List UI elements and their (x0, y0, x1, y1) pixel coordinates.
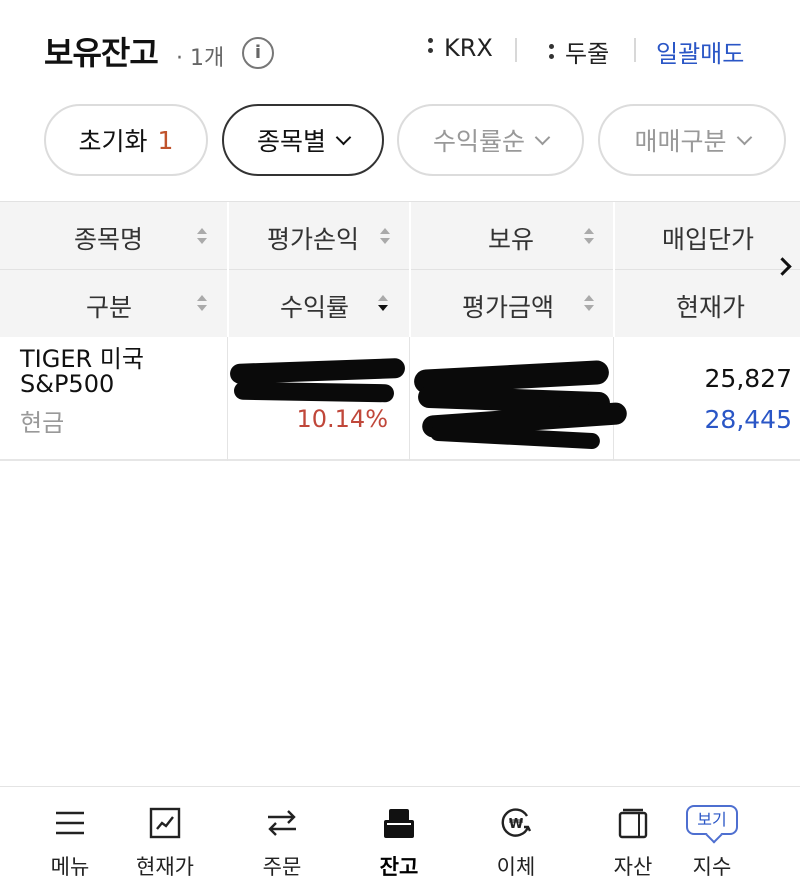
chart-icon (149, 807, 181, 839)
sort-desc-icon[interactable] (378, 295, 388, 313)
table-row[interactable]: TIGER 미국 S&P500 현금 10.14% 25,827 28,445 (0, 337, 800, 461)
return-rate: 10.14% (296, 405, 388, 433)
sort-icon[interactable] (584, 228, 594, 246)
filter-by-return[interactable]: 수익률순 (397, 104, 584, 176)
col-type[interactable]: 구분 (86, 288, 132, 324)
bulk-sell-button[interactable]: 일괄매도 (656, 34, 744, 69)
redacted-mark (429, 424, 601, 450)
nav-current-price[interactable]: 현재가 (120, 787, 210, 892)
col-return-rate[interactable]: 수익률 (280, 288, 349, 324)
transfer-won-icon: ₩ (501, 808, 532, 837)
stock-name-line2: S&P500 (20, 370, 115, 398)
col-current-price[interactable]: 현재가 (676, 288, 745, 324)
filter-by-stock[interactable]: 종목별 (222, 104, 384, 176)
nav-order[interactable]: 주문 (237, 787, 327, 892)
nav-balance[interactable]: 잔고 (354, 787, 444, 892)
view-badge: 보기 (686, 805, 738, 835)
sort-icon[interactable] (197, 228, 207, 246)
reset-filter-button[interactable]: 초기화 1 (44, 104, 208, 176)
redacted-mark (233, 381, 395, 403)
purchase-price: 25,827 (704, 364, 792, 393)
sort-icon[interactable] (197, 295, 207, 313)
table-header: 종목명 평가손익 보유 매입단가 구분 수익률 평가금액 현재가 (0, 201, 800, 338)
divider (515, 38, 517, 62)
filter-by-trade-type[interactable]: 매매구분 (598, 104, 786, 176)
option-dots-icon (428, 38, 434, 54)
nav-assets[interactable]: 자산 (588, 787, 678, 892)
page-title: 보유잔고 (44, 34, 159, 72)
current-price: 28,445 (704, 405, 792, 434)
chevron-down-icon (736, 129, 752, 145)
svg-text:₩: ₩ (509, 817, 524, 832)
col-eval-profit[interactable]: 평가손익 (267, 220, 359, 256)
option-krx[interactable]: KRX (428, 34, 493, 62)
nav-index[interactable]: 보기 지수 (680, 787, 770, 892)
holding-count: · 1개 (176, 46, 225, 71)
nav-transfer[interactable]: ₩ 이체 (471, 787, 561, 892)
option-dots-icon (549, 44, 555, 60)
stock-name-line1: TIGER 미국 (20, 345, 144, 373)
swap-arrows-icon (268, 810, 296, 836)
col-stock-name[interactable]: 종목명 (74, 220, 143, 256)
sort-icon[interactable] (380, 228, 390, 246)
reset-count-badge: 1 (157, 125, 174, 155)
nav-menu[interactable]: 메뉴 (25, 787, 115, 892)
chevron-down-icon (335, 129, 352, 145)
header: 보유잔고 · 1개 i KRX 두줄 일괄매도 (0, 0, 800, 100)
menu-icon (56, 811, 84, 835)
col-eval-amount[interactable]: 평가금액 (462, 288, 554, 324)
option-two-lines[interactable]: 두줄 (549, 34, 609, 69)
col-holding[interactable]: 보유 (488, 220, 534, 256)
wallet-balance-icon (384, 809, 414, 838)
account-type: 현금 (20, 409, 65, 437)
chevron-down-icon (534, 129, 551, 145)
sort-icon[interactable] (584, 295, 594, 313)
bottom-nav: 메뉴 현재가 주문 잔고 ₩ 이체 자산 보기 지수 (0, 786, 800, 892)
wallet-icon (618, 808, 648, 839)
col-purchase-price[interactable]: 매입단가 (662, 220, 754, 256)
redacted-mark (229, 357, 406, 385)
info-icon[interactable]: i (242, 37, 274, 69)
divider (634, 38, 636, 62)
